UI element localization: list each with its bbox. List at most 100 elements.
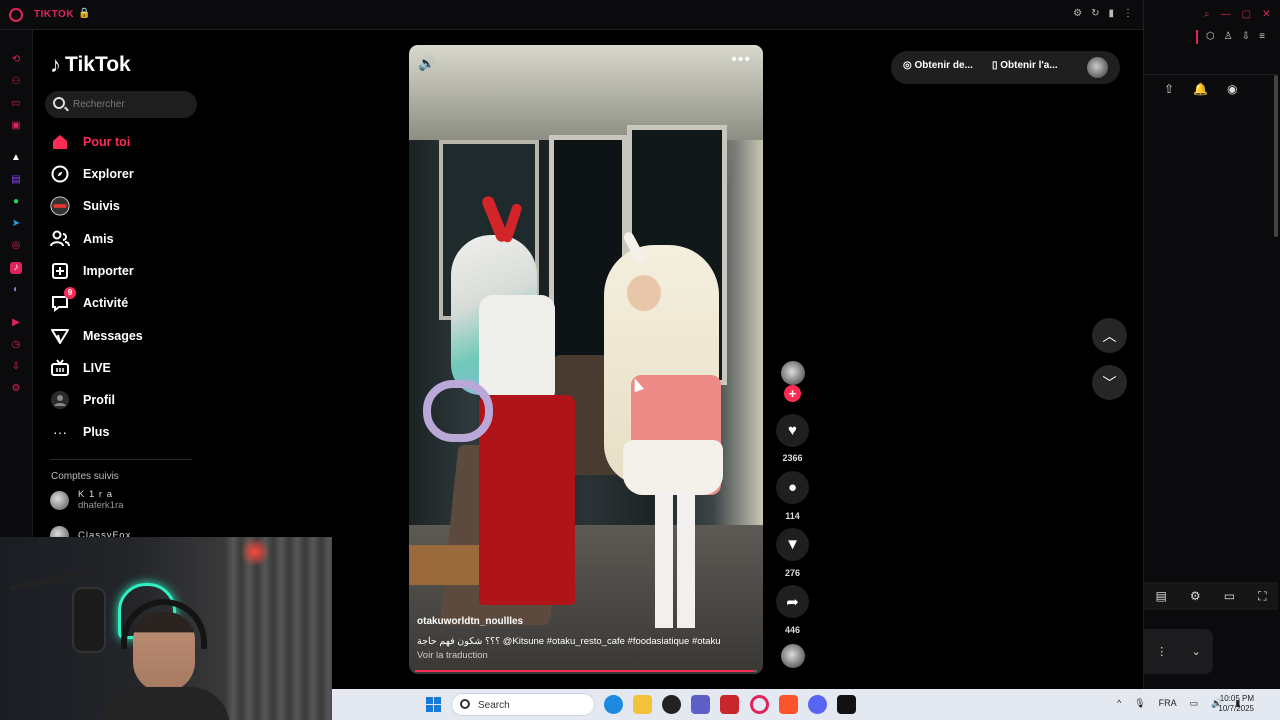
clock-icon[interactable]: ◷ — [10, 339, 22, 351]
ai-icon[interactable]: ⚇ — [10, 76, 22, 88]
settings-gear-icon[interactable]: ⚙ — [1190, 589, 1201, 604]
extensions-icon[interactable]: ⬡ — [1206, 31, 1215, 42]
microphone-icon[interactable]: 🎙 — [1134, 698, 1145, 709]
discord-icon[interactable]: ◐ — [10, 284, 22, 296]
share-icon: ➦ — [786, 593, 799, 611]
teams-icon[interactable] — [691, 695, 710, 714]
video-frame — [655, 493, 695, 628]
get-coins-button[interactable]: ◎ Obtenir de... — [903, 60, 973, 71]
twitch-icon[interactable]: ▤ — [10, 174, 22, 186]
reload-icon[interactable]: ↻ — [1091, 8, 1099, 19]
nav-importer[interactable]: Importer — [50, 258, 200, 284]
menu-dots-icon[interactable]: ⋮ — [1123, 8, 1133, 19]
nav-explorer[interactable]: Explorer — [50, 161, 200, 187]
bell-icon[interactable]: 🔔 — [1193, 82, 1208, 96]
more-vert-icon[interactable]: ⋮ — [1156, 645, 1167, 658]
get-app-button[interactable]: ▯ Obtenir l'a... — [992, 60, 1058, 71]
messages-icon — [50, 326, 70, 346]
user-avatar[interactable] — [1087, 57, 1108, 78]
fullscreen-icon[interactable]: ⛶ — [1258, 589, 1266, 604]
previous-video-button[interactable]: ︿ — [1092, 318, 1127, 353]
taskbar-search-input[interactable] — [478, 698, 588, 712]
monitor-icon[interactable]: ▭ — [1190, 698, 1199, 709]
tiktok-sidebar-icon[interactable]: ♪ — [10, 262, 22, 274]
nav-live[interactable]: LIVE — [50, 355, 200, 381]
nav-suivis[interactable]: Suivis — [50, 193, 200, 219]
chevron-down-icon[interactable]: ⌄ — [1192, 645, 1201, 658]
dc-app-icon[interactable] — [837, 695, 856, 714]
nav-messages[interactable]: Messages — [50, 323, 200, 349]
opera-logo-icon[interactable] — [9, 8, 23, 22]
file-explorer-icon[interactable] — [633, 695, 652, 714]
brave-icon[interactable] — [779, 695, 798, 714]
player-icon[interactable]: ▶ — [10, 317, 22, 329]
arc-icon[interactable]: ▲ — [10, 152, 22, 164]
volume-icon[interactable]: 🔊 — [418, 55, 435, 72]
title-bar-controls: ⚙ ↻ ▮ ⋮ — [1073, 8, 1133, 19]
start-button[interactable] — [426, 697, 441, 712]
music-disc-icon[interactable] — [781, 644, 805, 668]
whatsapp-icon[interactable]: ● — [10, 196, 22, 208]
opera-gx-icon[interactable] — [750, 695, 769, 714]
chat-icon[interactable]: ▭ — [10, 98, 22, 110]
instagram-icon[interactable]: ◎ — [10, 240, 22, 252]
tv-icon[interactable]: ▣ — [10, 120, 22, 132]
upload-icon[interactable]: ⇧ — [1164, 82, 1174, 96]
chevron-up-icon[interactable]: ^ — [1117, 698, 1121, 709]
language-indicator[interactable]: FRA — [1159, 698, 1177, 709]
nav-pour-toi[interactable]: Pour toi — [50, 129, 200, 155]
like-count: 2366 — [782, 453, 803, 463]
scrollbar[interactable] — [1274, 75, 1278, 237]
video-controls: ▤ ⚙ ▭ ⛶ — [1144, 589, 1278, 604]
creator-avatar[interactable] — [781, 361, 805, 385]
search-input[interactable] — [73, 97, 191, 112]
user-avatar[interactable]: ◉ — [1227, 82, 1237, 96]
settings-icon[interactable]: ⚙ — [1073, 8, 1082, 19]
chrome-icon[interactable] — [662, 695, 681, 714]
video-progress-bar[interactable] — [415, 670, 757, 672]
download-icon[interactable]: ⇩ — [10, 361, 22, 373]
video-player[interactable]: 🔊 ••• otakuworldtn_noullles ؟؟؟ شكون فهم… — [409, 45, 763, 674]
discord-icon[interactable] — [808, 695, 827, 714]
tiktok-logo[interactable]: ♪ TikTok — [50, 52, 131, 78]
video-more-icon[interactable]: ••• — [731, 51, 751, 69]
nav-label: Activité — [83, 296, 129, 310]
account-icon[interactable]: ♙ — [1224, 31, 1233, 42]
comment-button[interactable]: ● — [776, 471, 809, 504]
history-icon[interactable]: ⟲ — [10, 54, 22, 66]
next-video-button[interactable]: ﹀ — [1092, 365, 1127, 400]
followed-account[interactable]: K 1 r a dhaferk1ra — [50, 489, 123, 511]
subtitles-icon[interactable]: ▤ — [1156, 589, 1167, 604]
tiktok-brand: TikTok — [65, 53, 131, 76]
search-icon[interactable]: ⌕ — [1204, 9, 1210, 20]
video-author[interactable]: otakuworldtn_noullles — [417, 616, 523, 627]
compass-icon — [50, 164, 70, 184]
edge-icon[interactable] — [604, 695, 623, 714]
clock[interactable]: 10:05 PM 10/7/2025 — [1214, 694, 1254, 714]
theater-mode-icon[interactable]: ▭ — [1224, 589, 1235, 604]
see-translation-link[interactable]: Voir la traduction — [417, 650, 488, 661]
pin-icon[interactable]: ▮ — [1108, 8, 1114, 19]
nav-plus[interactable]: ··· Plus — [50, 419, 200, 445]
app-icon[interactable] — [720, 695, 739, 714]
download-icon[interactable]: ⇩ — [1242, 31, 1250, 42]
share-button[interactable]: ➦ — [776, 585, 809, 618]
search-box[interactable] — [45, 91, 197, 118]
comment-icon: ● — [787, 479, 798, 496]
lock-icon: 🔒 — [78, 8, 91, 19]
nav-activite[interactable]: 9 Activité — [50, 287, 200, 316]
follow-plus-icon[interactable]: + — [784, 385, 801, 402]
maximize-icon[interactable]: ▢ — [1242, 9, 1251, 20]
minimize-icon[interactable]: — — [1221, 9, 1231, 20]
like-button[interactable]: ♥ — [776, 414, 809, 447]
nav-amis[interactable]: Amis — [50, 226, 200, 252]
nav-profil[interactable]: Profil — [50, 387, 200, 413]
save-button[interactable]: ▼ — [776, 528, 809, 561]
get-coins-label: Obtenir de... — [914, 60, 973, 71]
friends-icon — [50, 229, 70, 249]
taskbar-search[interactable] — [451, 693, 595, 716]
sidebar-settings-icon[interactable]: ⚙ — [10, 383, 22, 395]
telegram-icon[interactable]: ➤ — [10, 218, 22, 230]
close-icon[interactable]: ✕ — [1262, 9, 1270, 20]
menu-icon[interactable]: ≡ — [1259, 31, 1265, 42]
